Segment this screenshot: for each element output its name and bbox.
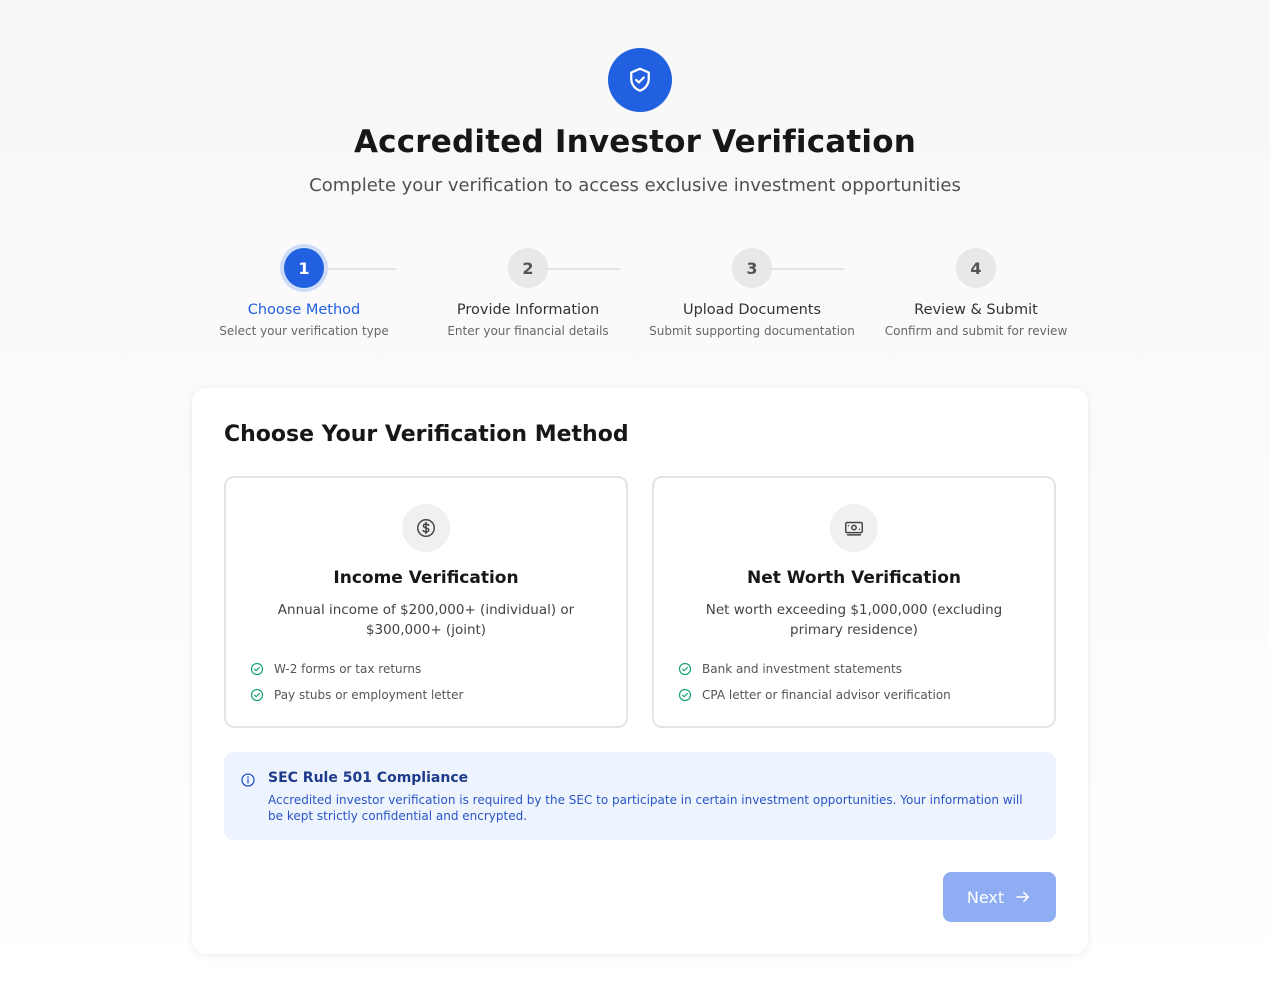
progress-stepper: 1 Choose Method Select your verification…	[0, 248, 1270, 358]
step-label: Choose Method	[247, 302, 361, 318]
list-item: W-2 forms or tax returns	[250, 656, 626, 682]
arrow-right-icon	[1016, 891, 1030, 903]
compliance-notice: SEC Rule 501 Compliance Accredited inves…	[224, 752, 1056, 840]
check-circle-icon	[678, 688, 692, 702]
shield-check-icon	[608, 48, 672, 112]
step-number-badge: 3	[732, 248, 772, 288]
step-description: Select your verification type	[219, 324, 389, 338]
requirement-text: Pay stubs or employment letter	[274, 688, 464, 702]
list-item: CPA letter or financial advisor verifica…	[678, 682, 1054, 708]
page-subtitle: Complete your verification to access exc…	[309, 175, 961, 196]
check-circle-icon	[250, 688, 264, 702]
dollar-circle-icon	[402, 504, 450, 552]
step-description: Enter your financial details	[447, 324, 609, 338]
list-item: Pay stubs or employment letter	[250, 682, 626, 708]
requirement-text: W-2 forms or tax returns	[274, 662, 422, 676]
next-button[interactable]: Next	[943, 872, 1056, 922]
step-number-badge: 4	[956, 248, 996, 288]
check-circle-icon	[250, 662, 264, 676]
method-description: Annual income of $200,000+ (individual) …	[277, 602, 575, 638]
step-connector	[772, 268, 844, 270]
method-description: Net worth exceeding $1,000,000 (excludin…	[705, 602, 1003, 638]
list-item: Bank and investment statements	[678, 656, 1054, 682]
step-connector	[324, 268, 396, 270]
step-review-submit: 4 Review & Submit Confirm and submit for…	[864, 248, 1088, 338]
step-label: Review & Submit	[914, 302, 1038, 318]
step-provide-information: 2 Provide Information Enter your financi…	[416, 248, 640, 338]
step-description: Confirm and submit for review	[884, 324, 1068, 338]
step-choose-method: 1 Choose Method Select your verification…	[192, 248, 416, 338]
notice-text: Accredited investor verification is requ…	[268, 793, 1023, 823]
requirement-text: Bank and investment statements	[702, 662, 902, 676]
step-description: Submit supporting documentation	[649, 324, 855, 338]
section-title: Choose Your Verification Method	[224, 422, 629, 447]
step-label: Upload Documents	[682, 302, 822, 318]
check-circle-icon	[678, 662, 692, 676]
method-title: Income Verification	[333, 568, 519, 588]
net-worth-verification-option[interactable]: Net Worth Verification Net worth exceedi…	[652, 476, 1056, 728]
next-button-label: Next	[966, 887, 1005, 907]
notice-title: SEC Rule 501 Compliance	[268, 770, 469, 786]
step-connector	[548, 268, 620, 270]
requirements-list: Bank and investment statements CPA lette…	[654, 656, 1054, 708]
step-number-badge: 2	[508, 248, 548, 288]
method-title: Net Worth Verification	[746, 568, 961, 588]
requirement-text: CPA letter or financial advisor verifica…	[702, 688, 951, 702]
step-number-badge: 1	[284, 248, 324, 288]
step-label: Provide Information	[456, 302, 600, 318]
page-title: Accredited Investor Verification	[353, 124, 917, 160]
income-verification-option[interactable]: Income Verification Annual income of $20…	[224, 476, 628, 728]
requirements-list: W-2 forms or tax returns Pay stubs or em…	[226, 656, 626, 708]
banknote-icon	[830, 504, 878, 552]
info-icon	[241, 773, 255, 787]
verification-method-card: Choose Your Verification Method Income V…	[192, 388, 1088, 954]
step-upload-documents: 3 Upload Documents Submit supporting doc…	[640, 248, 864, 338]
